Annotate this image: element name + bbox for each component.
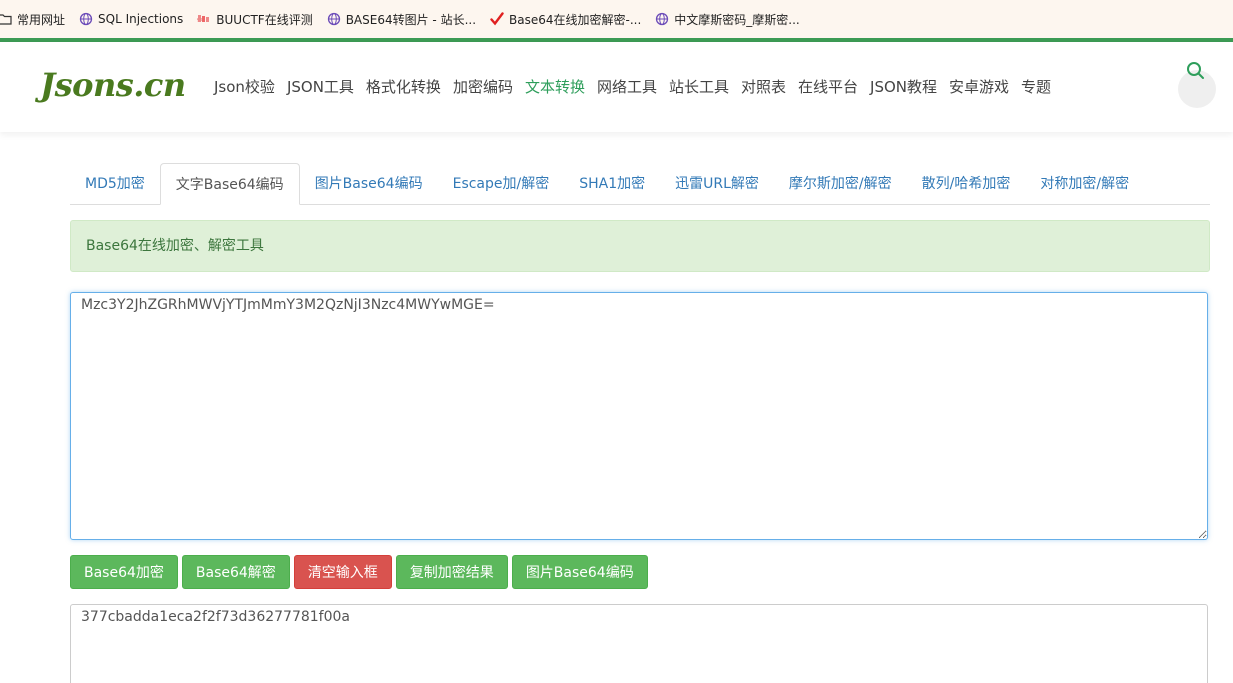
search-button[interactable] [1178, 62, 1216, 108]
nav-item-topics[interactable]: 专题 [1021, 76, 1051, 97]
tab-hash[interactable]: 散列/哈希加密 [907, 163, 1026, 204]
tab-image-base64[interactable]: 图片Base64编码 [300, 163, 438, 204]
base64-input-textarea[interactable]: Mzc3Y2JhZGRhMWVjYTJmMmY3M2QzNjI3Nzc4MWYw… [70, 292, 1208, 540]
tab-md5[interactable]: MD5加密 [70, 163, 160, 204]
nav-item-online-platform[interactable]: 在线平台 [798, 76, 858, 97]
bookmark-sql-injections[interactable]: SQL Injections [79, 12, 183, 26]
tab-sha1[interactable]: SHA1加密 [564, 163, 660, 204]
bookmark-base64-image[interactable]: BASE64转图片 - 站长... [327, 11, 476, 28]
tab-morse[interactable]: 摩尔斯加密/解密 [774, 163, 907, 204]
nav-item-format-convert[interactable]: 格式化转换 [366, 76, 441, 97]
tool-description-alert: Base64在线加密、解密工具 [70, 220, 1210, 272]
base64-encode-button[interactable]: Base64加密 [70, 555, 178, 589]
bookmark-label: 中文摩斯密码_摩斯密... [674, 12, 800, 27]
base64-decode-button[interactable]: Base64解密 [181, 555, 290, 589]
bookmarks-bar: 常用网址 SQL Injections ᵍᵃ BUUCTF在线评测 BASE64… [0, 0, 1233, 38]
bookmark-label: Base64在线加密解密-... [509, 12, 642, 27]
globe-icon [656, 12, 669, 26]
bookmark-base64-tool[interactable]: Base64在线加密解密-... [490, 11, 641, 28]
bookmark-label: BUUCTF在线评测 [216, 12, 313, 27]
nav-item-json-tutorial[interactable]: JSON教程 [870, 76, 937, 97]
tab-text-base64[interactable]: 文字Base64编码 [159, 163, 300, 205]
globe-icon [79, 12, 93, 26]
image-base64-button[interactable]: 图片Base64编码 [511, 555, 648, 589]
buuctf-icon: ᵍᵃ [197, 15, 210, 25]
nav-item-json-tools[interactable]: JSON工具 [287, 76, 354, 97]
bookmark-label: 常用网址 [17, 12, 66, 27]
bookmark-label: BASE64转图片 - 站长... [345, 12, 477, 27]
nav-item-webmaster-tools[interactable]: 站长工具 [669, 76, 729, 97]
nav-item-reference-tables[interactable]: 对照表 [741, 76, 786, 97]
bookmark-label: SQL Injections [98, 12, 184, 26]
tab-symmetric[interactable]: 对称加密/解密 [1025, 163, 1144, 204]
nav-item-android-games[interactable]: 安卓游戏 [949, 76, 1009, 97]
result-output-textarea[interactable]: 377cbadda1eca2f2f73d36277781f00a [70, 604, 1208, 683]
tool-tabs: MD5加密 文字Base64编码 图片Base64编码 Escape加/解密 S… [70, 163, 1210, 205]
main-nav: Json校验 JSON工具 格式化转换 加密编码 文本转换 网络工具 站长工具 … [208, 76, 1057, 97]
nav-item-text-convert[interactable]: 文本转换 [525, 76, 585, 97]
bookmark-buuctf[interactable]: ᵍᵃ BUUCTF在线评测 [197, 11, 312, 28]
tab-thunder-url[interactable]: 迅雷URL解密 [660, 163, 774, 204]
copy-result-button[interactable]: 复制加密结果 [395, 555, 508, 589]
search-icon [1187, 62, 1204, 79]
bookmark-folder[interactable]: 常用网址 [0, 11, 65, 28]
globe-icon [327, 12, 340, 26]
checkmark-icon [490, 12, 504, 26]
site-logo[interactable]: Jsons.cn [40, 66, 186, 104]
clear-input-button[interactable]: 清空输入框 [293, 555, 392, 589]
nav-item-json-validate[interactable]: Json校验 [214, 76, 275, 97]
bookmark-morse[interactable]: 中文摩斯密码_摩斯密... [655, 11, 800, 28]
nav-item-network-tools[interactable]: 网络工具 [597, 76, 657, 97]
action-buttons: Base64加密 Base64解密 清空输入框 复制加密结果 图片Base64编… [70, 555, 652, 589]
nav-item-encrypt-encode[interactable]: 加密编码 [453, 76, 513, 97]
site-header: Jsons.cn Json校验 JSON工具 格式化转换 加密编码 文本转换 网… [0, 42, 1233, 132]
folder-icon [0, 14, 12, 25]
tab-escape[interactable]: Escape加/解密 [438, 163, 565, 204]
